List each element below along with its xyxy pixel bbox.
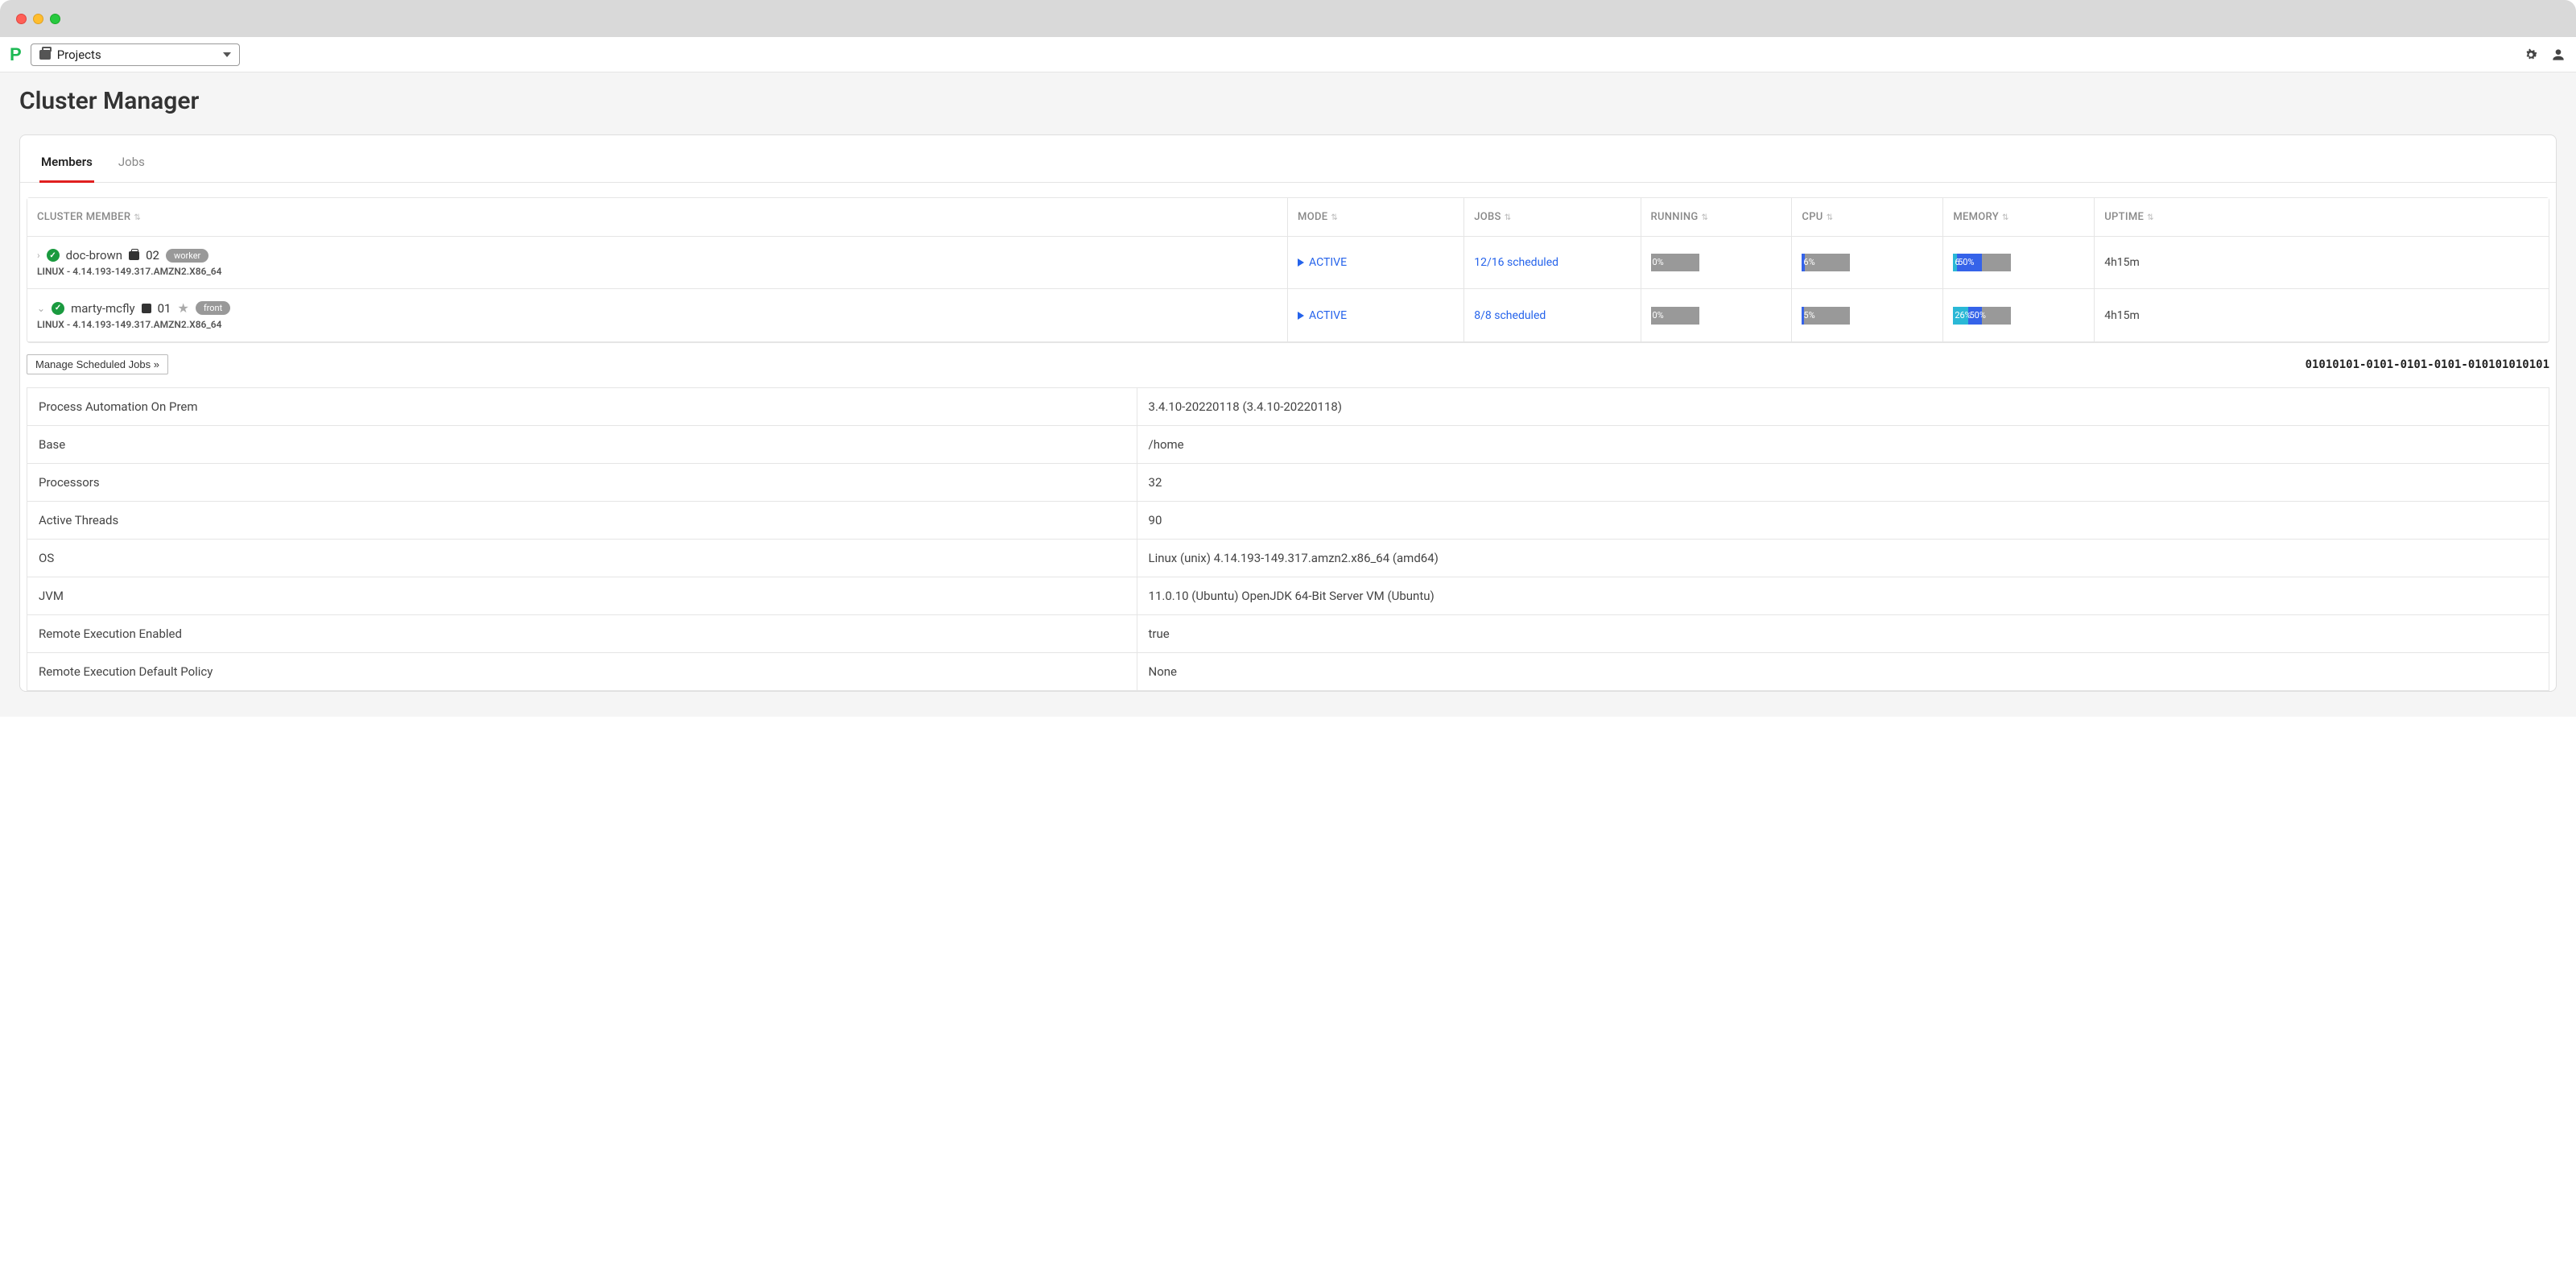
details-key: Remote Execution Enabled [27, 615, 1137, 653]
col-header-cpu[interactable]: CPU⇅ [1792, 198, 1943, 237]
play-icon [1298, 258, 1304, 267]
manage-scheduled-jobs-button[interactable]: Manage Scheduled Jobs » [27, 354, 168, 374]
details-value: 32 [1137, 464, 2549, 502]
details-key: OS [27, 540, 1137, 577]
cpu-bar: 5% [1802, 307, 1850, 325]
member-os-line: LINUX - 4.14.193-149.317.AMZN2.X86_64 [37, 266, 1278, 277]
details-value: true [1137, 615, 2549, 653]
member-name: doc-brown [66, 248, 122, 263]
table-row: › doc-brown 02 worker LINUX - 4.14.193-149.3… [27, 237, 2549, 289]
details-key: Active Threads [27, 502, 1137, 540]
details-key: JVM [27, 577, 1137, 615]
gear-icon[interactable] [2523, 47, 2539, 63]
table-row: ⌄ marty-mcfly 01 ★ front LINUX - 4.14.193-149… [27, 289, 2549, 342]
sort-icon: ⇅ [1505, 213, 1512, 222]
details-value: 90 [1137, 502, 2549, 540]
col-header-uptime[interactable]: UPTIME⇅ [2095, 198, 2549, 237]
minimize-window-icon[interactable] [33, 14, 43, 24]
memory-bar: 650% [1953, 254, 2011, 271]
details-row: Process Automation On Prem3.4.10-2022011… [27, 388, 2549, 426]
sort-icon: ⇅ [1827, 213, 1834, 222]
maximize-window-icon[interactable] [50, 14, 60, 24]
app-logo: P [10, 44, 21, 65]
sort-icon: ⇅ [1331, 213, 1338, 222]
cluster-card: Members Jobs CLUSTER MEMBER⇅ MODE⇅ JOBS⇅… [19, 134, 2557, 692]
sort-icon: ⇅ [2147, 213, 2154, 222]
status-ok-icon [47, 249, 60, 262]
col-header-member[interactable]: CLUSTER MEMBER⇅ [27, 198, 1288, 237]
member-name: marty-mcfly [71, 301, 135, 316]
star-icon: ★ [177, 300, 188, 316]
projects-dropdown-label: Projects [57, 48, 101, 62]
details-value: 11.0.10 (Ubuntu) OpenJDK 64-Bit Server V… [1137, 577, 2549, 615]
mode-link[interactable]: ACTIVE [1298, 309, 1454, 322]
col-header-mode[interactable]: MODE⇅ [1288, 198, 1464, 237]
details-row: Processors32 [27, 464, 2549, 502]
uptime-cell: 4h15m [2095, 237, 2549, 289]
details-value: 3.4.10-20220118 (3.4.10-20220118) [1137, 388, 2549, 426]
role-badge: worker [166, 249, 208, 263]
details-row: OSLinux (unix) 4.14.193-149.317.amzn2.x8… [27, 540, 2549, 577]
tab-members[interactable]: Members [39, 147, 94, 183]
sort-icon: ⇅ [2002, 213, 2009, 222]
window-titlebar [0, 0, 2576, 37]
details-row: Base/home [27, 426, 2549, 464]
col-header-memory[interactable]: MEMORY⇅ [1943, 198, 2095, 237]
details-key: Remote Execution Default Policy [27, 653, 1137, 691]
col-header-running[interactable]: RUNNING⇅ [1641, 198, 1793, 237]
col-header-jobs[interactable]: JOBS⇅ [1464, 198, 1641, 237]
details-row: Active Threads90 [27, 502, 2549, 540]
details-key: Processors [27, 464, 1137, 502]
briefcase-icon [129, 251, 139, 260]
details-row: Remote Execution Enabledtrue [27, 615, 2549, 653]
running-bar: 0% [1651, 254, 1699, 271]
jobs-link[interactable]: 8/8 scheduled [1474, 309, 1546, 322]
details-key: Process Automation On Prem [27, 388, 1137, 426]
member-os-line: LINUX - 4.14.193-149.317.AMZN2.X86_64 [37, 319, 1278, 330]
briefcase-icon [39, 50, 51, 60]
jobs-link[interactable]: 12/16 scheduled [1474, 256, 1558, 269]
chevron-right-icon[interactable]: › [37, 250, 40, 261]
member-number: 01 [158, 301, 171, 316]
details-value: /home [1137, 426, 2549, 464]
role-badge: front [196, 301, 230, 315]
page-body: Cluster Manager Members Jobs CLUSTER MEM… [0, 72, 2576, 717]
details-value: None [1137, 653, 2549, 691]
members-table: CLUSTER MEMBER⇅ MODE⇅ JOBS⇅ RUNNING⇅ CPU… [27, 197, 2549, 343]
details-value: Linux (unix) 4.14.193-149.317.amzn2.x86_… [1137, 540, 2549, 577]
below-table-row: Manage Scheduled Jobs » 01010101-0101-01… [20, 343, 2556, 383]
memory-bar: 26%50% [1953, 307, 2011, 325]
square-icon [142, 304, 151, 313]
app-topbar: P Projects [0, 37, 2576, 72]
member-number: 02 [146, 248, 159, 263]
details-table: Process Automation On Prem3.4.10-2022011… [27, 387, 2549, 691]
close-window-icon[interactable] [16, 14, 27, 24]
user-icon[interactable] [2550, 47, 2566, 63]
mode-link[interactable]: ACTIVE [1298, 256, 1454, 269]
chevron-down-icon [223, 52, 231, 57]
chevron-down-icon[interactable]: ⌄ [37, 303, 45, 314]
cpu-bar: 6% [1802, 254, 1850, 271]
sort-icon: ⇅ [1702, 213, 1709, 222]
projects-dropdown[interactable]: Projects [31, 43, 240, 66]
status-ok-icon [52, 302, 64, 315]
details-row: Remote Execution Default PolicyNone [27, 653, 2549, 691]
details-key: Base [27, 426, 1137, 464]
running-bar: 0% [1651, 307, 1699, 325]
sort-icon: ⇅ [134, 213, 141, 222]
tab-jobs[interactable]: Jobs [117, 147, 147, 182]
cluster-uuid: 01010101-0101-0101-0101-010101010101 [2306, 358, 2549, 371]
page-title: Cluster Manager [0, 72, 2576, 134]
uptime-cell: 4h15m [2095, 289, 2549, 342]
play-icon [1298, 312, 1304, 320]
tabs: Members Jobs [20, 147, 2556, 183]
details-row: JVM11.0.10 (Ubuntu) OpenJDK 64-Bit Serve… [27, 577, 2549, 615]
